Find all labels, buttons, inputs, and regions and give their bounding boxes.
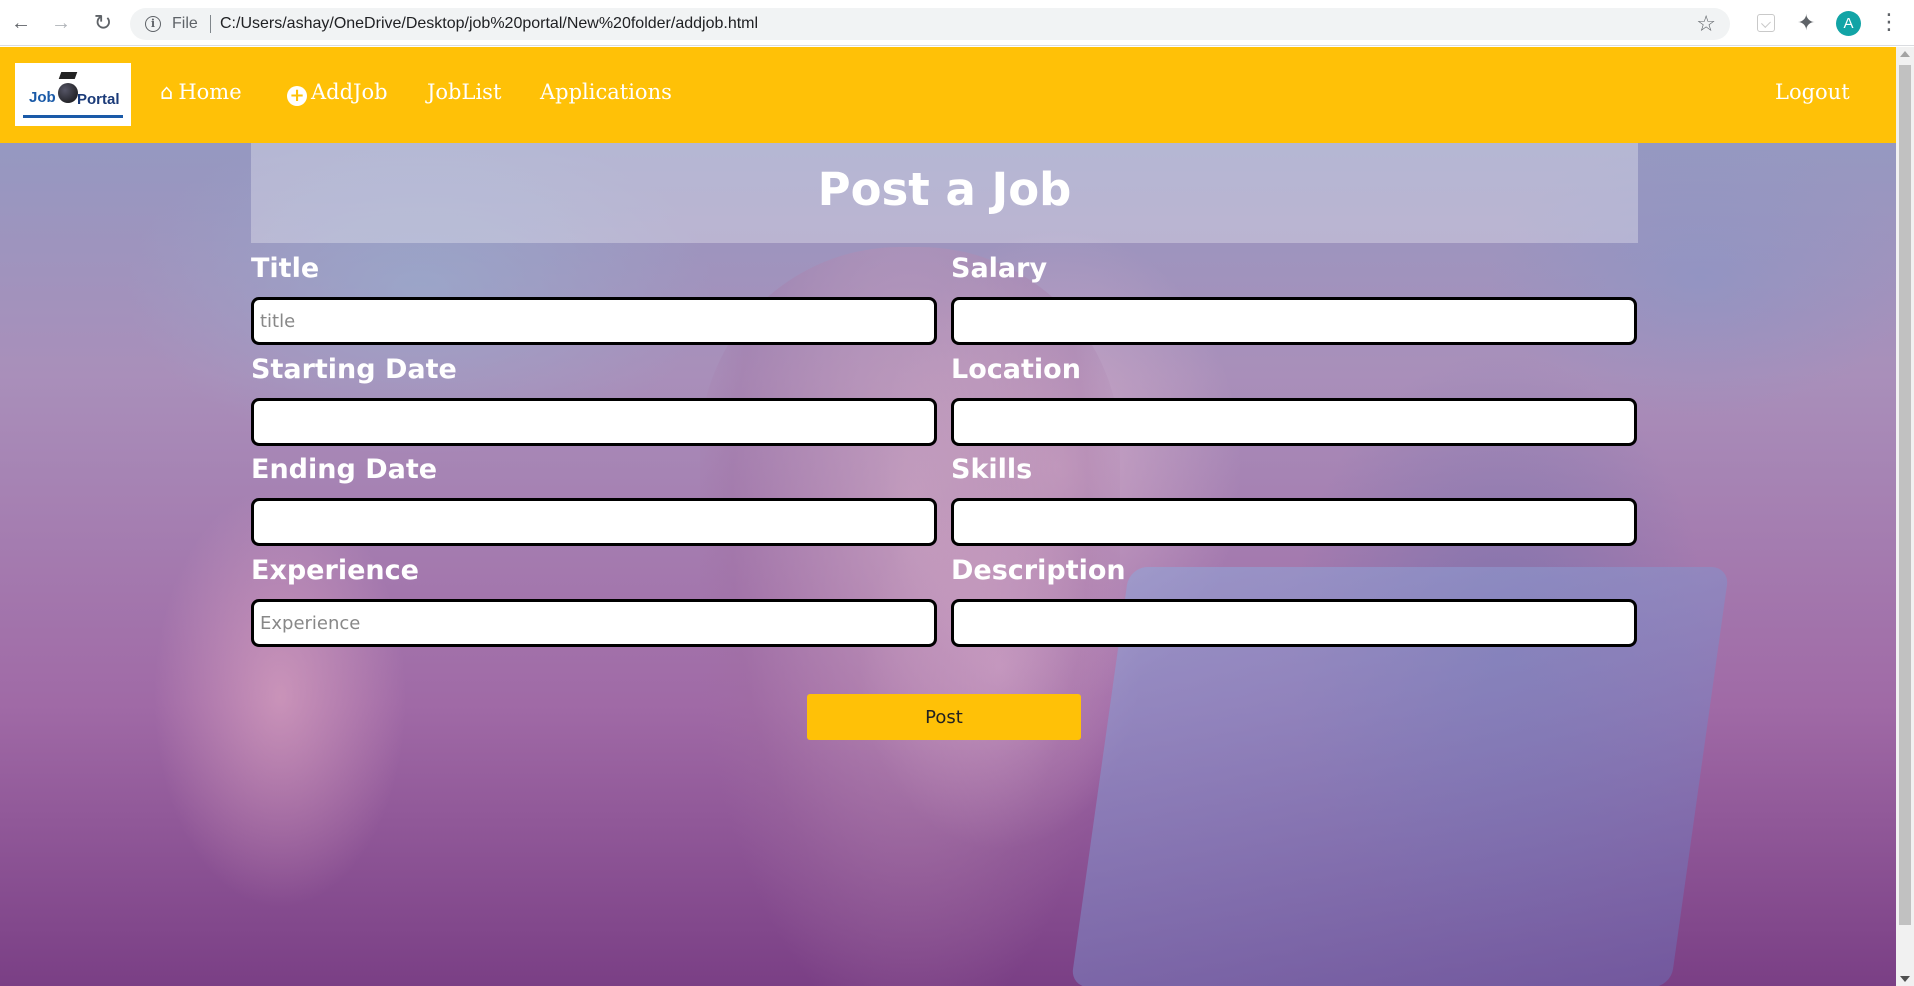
page-scrollbar[interactable] [1896,47,1914,986]
logo-text-portal: Portal [77,91,120,108]
extension-icon[interactable] [1757,14,1775,32]
job-portal-logo[interactable]: Job Portal [15,63,131,126]
title-field: Title [251,252,937,345]
plus-circle-icon: + [287,86,307,106]
title-label: Title [251,253,320,284]
url-text[interactable]: C:/Users/ashay/OneDrive/Desktop/job%20po… [220,15,758,33]
title-input[interactable] [251,297,937,345]
nav-logout-link[interactable]: Logout [1775,79,1850,105]
salary-label: Salary [951,253,1048,284]
nav-addjob-label: AddJob [311,80,388,104]
profile-avatar[interactable]: A [1836,11,1861,36]
post-button[interactable]: Post [807,694,1081,740]
starting-date-input[interactable] [251,398,937,446]
address-separator [210,15,211,33]
scroll-up-arrow-icon[interactable] [1900,51,1910,57]
description-input[interactable] [951,599,1637,647]
ending-date-field: Ending Date [251,453,937,546]
page-content: Job Portal ⌂ Home + AddJob JobList Applica… [0,47,1896,986]
location-label: Location [951,354,1081,385]
nav-home-label: Home [178,80,242,104]
nav-home-link[interactable]: ⌂ Home [160,79,242,105]
starting-date-label: Starting Date [251,354,457,385]
address-bar[interactable]: i File C:/Users/ashay/OneDrive/Desktop/j… [130,8,1730,40]
nav-addjob-link[interactable]: + AddJob [287,79,388,106]
logo-underline [23,115,123,118]
nav-joblist-link[interactable]: JobList [427,79,501,105]
forward-arrow-icon[interactable]: → [48,10,74,36]
file-scheme-label: File [172,15,198,32]
ending-date-label: Ending Date [251,454,438,485]
skills-label: Skills [951,454,1033,485]
skills-input[interactable] [951,498,1637,546]
page-title: Post a Job [817,163,1072,216]
location-input[interactable] [951,398,1637,446]
bookmark-star-icon[interactable]: ☆ [1696,11,1716,37]
scroll-down-arrow-icon[interactable] [1900,976,1910,982]
back-arrow-icon[interactable]: ← [8,10,34,36]
browser-toolbar: ← → ↻ i File C:/Users/ashay/OneDrive/Des… [0,0,1914,46]
salary-field: Salary [951,252,1637,345]
browser-menu-icon[interactable]: ⋮ [1878,10,1900,34]
home-icon: ⌂ [160,80,174,104]
starting-date-field: Starting Date [251,353,937,446]
experience-field: Experience [251,554,937,647]
logo-globe-icon [58,83,78,103]
logo-cap-shape [58,72,78,79]
logo-text-job: Job [29,89,56,106]
info-icon[interactable]: i [145,16,161,32]
experience-input[interactable] [251,599,937,647]
reload-icon[interactable]: ↻ [90,10,116,36]
nav-applications-link[interactable]: Applications [540,79,672,105]
location-field: Location [951,353,1637,446]
experience-label: Experience [251,555,419,586]
description-field: Description [951,554,1637,647]
page-title-band: Post a Job [251,143,1638,243]
ending-date-input[interactable] [251,498,937,546]
description-label: Description [951,555,1126,586]
extensions-puzzle-icon[interactable]: ✦ [1797,10,1815,36]
scrollbar-thumb[interactable] [1899,65,1911,925]
skills-field: Skills [951,453,1637,546]
top-navbar: Job Portal ⌂ Home + AddJob JobList Applica… [0,47,1896,143]
salary-input[interactable] [951,297,1637,345]
